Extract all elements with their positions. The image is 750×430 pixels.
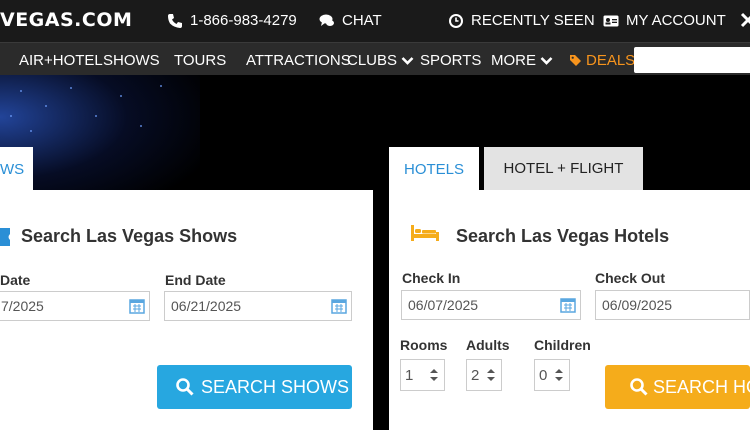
clock-icon xyxy=(449,13,463,28)
adults-select[interactable]: 2 xyxy=(466,359,502,391)
search-hotels-button[interactable]: SEARCH HO xyxy=(605,365,750,409)
hero-light xyxy=(20,90,22,92)
tab-hotel-flight[interactable]: HOTEL + FLIGHT xyxy=(484,147,643,190)
select-arrows-icon xyxy=(555,369,563,381)
rooms-select[interactable]: 1 xyxy=(400,359,445,391)
recently-seen-label: RECENTLY SEEN xyxy=(471,12,595,29)
calendar-icon xyxy=(331,299,347,314)
nav-deals-label: DEALS xyxy=(586,52,636,69)
rooms-value: 1 xyxy=(405,366,414,384)
hero-light xyxy=(30,130,32,132)
site-logo[interactable]: VEGAS.COM xyxy=(0,9,132,31)
tab-hotels-label: HOTELS xyxy=(403,160,464,178)
shows-search-panel: Search Las Vegas Shows Date 7/2025 End D… xyxy=(0,190,373,430)
ticket-icon xyxy=(0,228,10,246)
chat-link[interactable]: CHAT xyxy=(319,12,382,29)
chevron-down-icon xyxy=(401,56,414,65)
nav-clubs-label: CLUBS xyxy=(347,52,398,69)
calendar-icon xyxy=(560,298,576,313)
chat-icon xyxy=(319,14,334,26)
hero-light xyxy=(160,85,162,87)
search-icon xyxy=(176,378,194,396)
search-hotels-label: SEARCH HO xyxy=(653,376,750,397)
hero-light xyxy=(10,115,12,117)
check-in-field[interactable]: 06/07/2025 xyxy=(401,290,581,320)
start-date-label: Date xyxy=(0,272,31,288)
end-date-label: End Date xyxy=(165,272,226,288)
nav-more-label: MORE xyxy=(491,52,536,69)
end-date-field[interactable]: 06/21/2025 xyxy=(164,291,352,321)
nav-shows[interactable]: SHOWS xyxy=(103,52,160,69)
my-account-label: MY ACCOUNT xyxy=(626,12,726,29)
adults-value: 2 xyxy=(471,366,480,384)
nav-more[interactable]: MORE xyxy=(491,52,553,69)
tab-shows[interactable]: WS xyxy=(0,147,33,191)
check-out-value: 06/09/2025 xyxy=(602,297,673,313)
hero-light xyxy=(70,87,72,89)
nav-air-hotel[interactable]: AIR+HOTEL xyxy=(19,52,103,69)
children-label: Children xyxy=(534,337,591,353)
check-out-label: Check Out xyxy=(595,270,666,286)
hero-light xyxy=(140,125,142,127)
nav-sports[interactable]: SPORTS xyxy=(420,52,481,69)
start-date-value: 7/2025 xyxy=(1,298,44,314)
search-icon xyxy=(630,378,648,396)
chat-label: CHAT xyxy=(342,12,382,29)
phone-link[interactable]: 1-866-983-4279 xyxy=(167,12,297,29)
phone-number: 1-866-983-4279 xyxy=(190,12,297,29)
main-nav: AIR+HOTEL SHOWS TOURS ATTRACTIONS CLUBS … xyxy=(0,42,750,76)
tag-icon xyxy=(570,55,581,66)
hero-light xyxy=(120,95,122,97)
tab-hotel-flight-label: HOTEL + FLIGHT xyxy=(503,160,624,177)
check-in-value: 06/07/2025 xyxy=(408,297,479,313)
select-arrows-icon xyxy=(430,369,438,381)
children-value: 0 xyxy=(539,366,548,384)
recently-seen-link[interactable]: RECENTLY SEEN xyxy=(448,12,595,29)
calendar-icon xyxy=(129,299,145,314)
end-date-value: 06/21/2025 xyxy=(171,298,242,314)
hotels-panel-title: Search Las Vegas Hotels xyxy=(456,226,670,246)
nav-deals[interactable]: DEALS xyxy=(569,52,635,69)
adults-label: Adults xyxy=(466,337,510,353)
close-button[interactable] xyxy=(740,12,750,28)
select-arrows-icon xyxy=(487,369,495,381)
rooms-label: Rooms xyxy=(400,337,448,353)
nav-tours[interactable]: TOURS xyxy=(174,52,226,69)
phone-icon xyxy=(168,13,182,28)
site-search-input[interactable] xyxy=(634,47,750,73)
search-shows-button[interactable]: SEARCH SHOWS xyxy=(157,365,352,409)
check-out-field[interactable]: 06/09/2025 xyxy=(595,290,750,320)
hero-light xyxy=(95,115,97,117)
hotels-search-panel: Search Las Vegas Hotels Check In 06/07/2… xyxy=(389,190,750,430)
close-icon xyxy=(740,12,750,28)
account-card-icon xyxy=(603,15,619,26)
hero-light xyxy=(45,105,47,107)
bed-icon xyxy=(411,225,439,241)
nav-attractions[interactable]: ATTRACTIONS xyxy=(246,52,351,69)
nav-clubs[interactable]: CLUBS xyxy=(347,52,414,69)
children-select[interactable]: 0 xyxy=(534,359,570,391)
my-account-link[interactable]: MY ACCOUNT xyxy=(603,12,726,29)
check-in-label: Check In xyxy=(402,270,461,286)
chevron-down-icon xyxy=(540,56,553,65)
shows-panel-title: Search Las Vegas Shows xyxy=(21,226,238,246)
tab-shows-label: WS xyxy=(0,160,25,178)
start-date-field[interactable]: 7/2025 xyxy=(0,291,150,321)
top-bar: VEGAS.COM 1-866-983-4279 CHAT RECENTLY S… xyxy=(0,0,750,42)
search-shows-label: SEARCH SHOWS xyxy=(201,376,350,397)
tab-hotels[interactable]: HOTELS xyxy=(389,147,479,191)
